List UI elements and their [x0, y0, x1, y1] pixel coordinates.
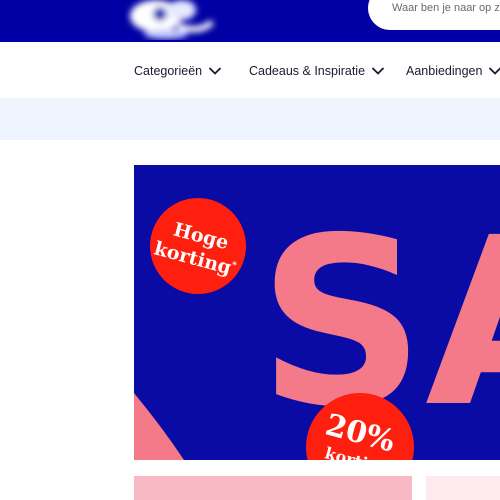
promo-card[interactable]: [134, 476, 412, 500]
promo-card[interactable]: [426, 476, 500, 500]
search-input[interactable]: [392, 0, 500, 16]
nav-item-cadeaus-inspiratie[interactable]: Cadeaus & Inspiratie: [249, 62, 385, 80]
nav-item-label: Categorieën: [134, 64, 203, 78]
chevron-down-icon: [371, 67, 385, 75]
nav-item-label: Aanbiedingen: [406, 64, 483, 78]
top-header-bar: [0, 0, 500, 42]
nav-item-label: Cadeaus & Inspiratie: [249, 64, 366, 78]
search-box[interactable]: [368, 0, 500, 30]
info-banner-strip: [0, 98, 500, 140]
brand-logo-icon[interactable]: [116, 0, 220, 40]
discount-badge-hoge-korting: Hoge korting*: [150, 198, 246, 294]
main-navigation: Categorieën Cadeaus & Inspiratie Aanbied…: [0, 42, 500, 98]
badge-asterisk: *: [230, 260, 238, 272]
nav-item-aanbiedingen[interactable]: Aanbiedingen: [406, 62, 500, 80]
chevron-down-icon: [208, 67, 222, 75]
chevron-down-icon: [489, 67, 500, 75]
sale-hero-banner[interactable]: SA Hogekorting* 20% korting*: [134, 165, 500, 460]
nav-item-categorieen[interactable]: Categorieën: [134, 62, 222, 80]
